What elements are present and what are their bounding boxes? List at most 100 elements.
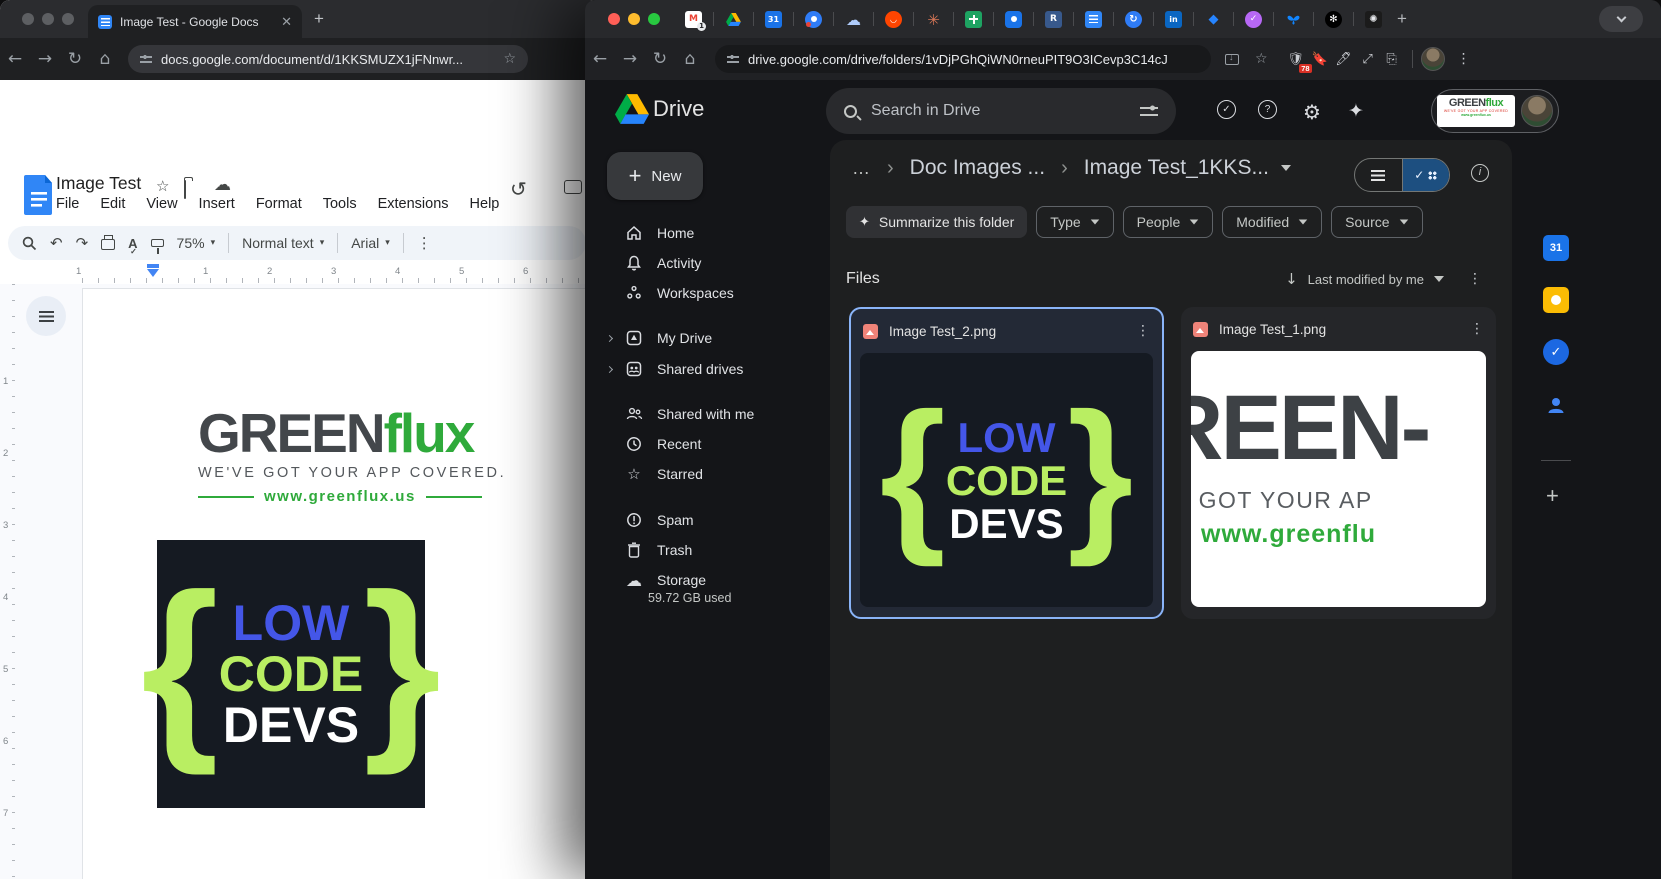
keep-panel-icon[interactable] — [1543, 287, 1569, 313]
pinned-tab-google-docs[interactable] — [1085, 11, 1102, 28]
sidebar-item-shared-with-me[interactable]: Shared with me — [585, 399, 830, 429]
contacts-panel-icon[interactable] — [1543, 392, 1569, 418]
document-outline-button[interactable] — [26, 296, 66, 336]
sidebar-item-shared-drives[interactable]: Shared drives — [585, 354, 830, 384]
pinned-tab-google-cloud[interactable]: ☁ — [845, 11, 862, 28]
greenflux-logo-image[interactable]: GREEN flux WE'VE GOT YOUR APP COVERED. w… — [198, 401, 560, 505]
home-icon[interactable]: ⌂ — [675, 49, 705, 69]
back-icon[interactable]: ← — [585, 49, 615, 69]
pinned-tab-bookmark[interactable] — [1005, 11, 1022, 28]
version-history-icon[interactable]: ↺ — [510, 177, 527, 201]
pinned-tab-linkedin[interactable]: in — [1165, 11, 1182, 28]
menu-edit[interactable]: Edit — [100, 196, 125, 212]
site-info-icon[interactable] — [727, 54, 739, 64]
menu-extensions[interactable]: Extensions — [378, 196, 449, 212]
paint-format-icon[interactable] — [151, 239, 164, 247]
install-app-icon[interactable] — [1225, 54, 1239, 65]
close-tab-icon[interactable]: ✕ — [281, 14, 292, 30]
zoom-select[interactable]: 75%▾ — [177, 235, 216, 251]
filter-people-chip[interactable]: People — [1123, 206, 1214, 238]
pinned-tab-jira[interactable]: ◆ — [1205, 11, 1222, 28]
drive-address-bar[interactable]: drive.google.com/drive/folders/1vDjPGhQi… — [715, 45, 1211, 73]
menu-help[interactable]: Help — [470, 196, 500, 212]
sort-caret-icon[interactable] — [1434, 276, 1444, 282]
zoom-window-button[interactable] — [62, 13, 74, 25]
sort-by-button[interactable]: Last modified by me — [1308, 272, 1424, 287]
filter-modified-chip[interactable]: Modified — [1222, 206, 1322, 238]
docs-url[interactable]: docs.google.com/document/d/1KKSMUZX1jFNn… — [161, 52, 494, 67]
bookmark-extension-icon[interactable]: 🔖 — [1308, 51, 1332, 67]
breadcrumb-more-button[interactable]: … — [852, 158, 871, 179]
document-page[interactable]: GREEN flux WE'VE GOT YOUR APP COVERED. w… — [82, 288, 600, 879]
browser-profile-avatar[interactable] — [1421, 47, 1445, 71]
pinned-tab-gmail[interactable]: M1 — [685, 11, 702, 28]
bookmark-star-icon[interactable]: ☆ — [1255, 51, 1268, 67]
google-docs-logo[interactable] — [24, 175, 54, 215]
filter-type-chip[interactable]: Type — [1036, 206, 1113, 238]
menu-insert[interactable]: Insert — [199, 196, 235, 212]
file-card-image-test-2[interactable]: Image Test_2.png ⋮ { LOW CODE DEVS } — [849, 307, 1164, 619]
sidebar-item-spam[interactable]: Spam — [585, 505, 830, 535]
tab-image-test[interactable]: Image Test - Google Docs ✕ — [88, 5, 302, 38]
sidebar-item-activity[interactable]: Activity — [585, 248, 830, 278]
breadcrumb-parent-folder[interactable]: Doc Images ... — [910, 156, 1045, 180]
drive-search-bar[interactable] — [826, 88, 1176, 134]
home-icon[interactable]: ⌂ — [90, 49, 120, 69]
print-icon[interactable] — [101, 239, 115, 250]
drive-logo[interactable] — [615, 94, 649, 124]
search-input[interactable] — [871, 102, 1126, 120]
search-menus-icon[interactable] — [22, 236, 37, 251]
pinned-tab-web-grid[interactable]: ✺ — [1365, 11, 1382, 28]
toolbar-more-icon[interactable]: ⋮ — [417, 234, 432, 252]
pinned-tab-chatgpt[interactable]: ✻ — [1325, 11, 1342, 28]
minimize-window-button[interactable] — [628, 13, 640, 25]
site-info-icon[interactable] — [140, 54, 152, 64]
close-window-button[interactable] — [22, 13, 34, 25]
menu-tools[interactable]: Tools — [323, 196, 357, 212]
zoom-window-button[interactable] — [648, 13, 660, 25]
new-tab-button[interactable]: + — [314, 9, 324, 29]
new-tab-button[interactable]: + — [1397, 9, 1407, 29]
sidebar-item-home[interactable]: Home — [585, 218, 830, 248]
horizontal-ruler[interactable]: 1 1 2 3 4 5 6 — [0, 266, 600, 284]
account-chip[interactable]: GREENflux WE'VE GOT YOUR APP COVERED www… — [1431, 89, 1559, 133]
summarize-folder-chip[interactable]: ✦ Summarize this folder — [846, 206, 1027, 238]
menu-format[interactable]: Format — [256, 196, 302, 212]
vertical-ruler[interactable]: 1 2 3 4 5 6 7 — [0, 284, 16, 879]
close-window-button[interactable] — [608, 13, 620, 25]
pinned-tab-google-calendar[interactable]: 31 — [765, 11, 782, 28]
offline-status-icon[interactable]: ✓ — [1217, 100, 1241, 119]
sidebar-item-starred[interactable]: ☆ Starred — [585, 459, 830, 489]
gemini-sparkle-icon[interactable]: ✦ — [1344, 100, 1368, 122]
account-avatar[interactable] — [1521, 95, 1553, 127]
file-more-icon[interactable]: ⋮ — [1470, 321, 1484, 337]
back-icon[interactable]: ← — [0, 49, 30, 69]
pinned-tab-chrome[interactable] — [805, 11, 822, 28]
lowcodedevs-logo-image[interactable]: { LOW CODE DEVS } — [157, 540, 425, 808]
pinned-tab-reddit[interactable]: ◡ — [885, 11, 902, 28]
comment-icon[interactable] — [564, 180, 582, 194]
new-button[interactable]: + New — [607, 152, 703, 200]
menu-view[interactable]: View — [146, 196, 177, 212]
grid-view-button[interactable]: ✓ — [1403, 159, 1450, 191]
forward-icon[interactable]: → — [615, 49, 645, 69]
reload-icon[interactable]: ↻ — [645, 49, 675, 69]
calendar-panel-icon[interactable]: 31 — [1543, 235, 1569, 261]
ublock-extension-icon[interactable]: 🛡78 — [1284, 51, 1308, 67]
indent-marker-bar[interactable] — [147, 264, 159, 268]
filter-source-chip[interactable]: Source — [1331, 206, 1422, 238]
clipboard-extension-icon[interactable]: ⎘ — [1380, 51, 1404, 67]
sort-direction-icon[interactable]: ↓ — [1285, 270, 1298, 288]
pinned-tab-google-sheets[interactable] — [965, 11, 982, 28]
pinned-tab-refresh[interactable]: ↻ — [1125, 11, 1142, 28]
paragraph-style-select[interactable]: Normal text▾ — [242, 235, 324, 251]
docs-address-bar[interactable]: docs.google.com/document/d/1KKSMUZX1jFNn… — [128, 45, 528, 73]
star-document-icon[interactable]: ☆ — [156, 177, 169, 195]
drive-url[interactable]: drive.google.com/drive/folders/1vDjPGhQi… — [748, 52, 1199, 67]
pinned-tab-google-drive[interactable] — [725, 11, 742, 28]
browser-menu-icon[interactable]: ⋮ — [1457, 51, 1471, 67]
sidebar-item-my-drive[interactable]: My Drive — [585, 323, 830, 353]
sidebar-item-recent[interactable]: Recent — [585, 429, 830, 459]
help-icon[interactable]: ? — [1258, 100, 1282, 119]
document-title[interactable]: Image Test — [56, 173, 141, 194]
